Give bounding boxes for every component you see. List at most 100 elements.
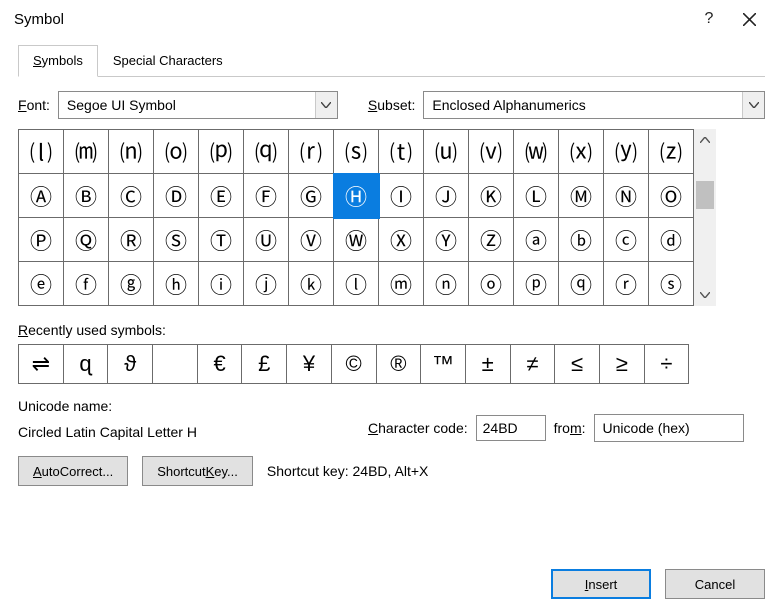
help-button[interactable]: ? — [689, 3, 729, 35]
symbol-cell[interactable]: ⒯ — [379, 130, 424, 174]
autocorrect-button[interactable]: AutoCorrect... — [18, 456, 128, 486]
symbol-cell[interactable]: Ⓑ — [64, 174, 109, 218]
symbol-cell[interactable]: ⓗ — [154, 262, 199, 306]
symbol-cell[interactable]: Ⓥ — [289, 218, 334, 262]
recent-symbol-cell[interactable]: ɋ — [63, 345, 108, 384]
symbol-cell[interactable]: Ⓜ — [559, 174, 604, 218]
recent-symbol-cell[interactable] — [153, 345, 198, 384]
symbol-cell[interactable]: ⓛ — [334, 262, 379, 306]
symbol-cell[interactable]: ⓙ — [244, 262, 289, 306]
recent-symbol-cell[interactable]: ÷ — [644, 345, 689, 384]
subset-input[interactable] — [424, 92, 742, 118]
symbol-cell[interactable]: ⒳ — [559, 130, 604, 174]
unicode-name-label: Unicode name: — [18, 398, 348, 414]
symbol-cell[interactable]: Ⓖ — [289, 174, 334, 218]
symbol-cell[interactable]: ⒭ — [289, 130, 334, 174]
symbol-cell[interactable]: Ⓤ — [244, 218, 289, 262]
symbol-cell[interactable]: ⓟ — [514, 262, 559, 306]
symbol-cell[interactable]: ⓞ — [469, 262, 514, 306]
scroll-up-button[interactable] — [694, 129, 716, 151]
symbol-cell[interactable]: Ⓡ — [109, 218, 154, 262]
symbol-cell[interactable]: Ⓛ — [514, 174, 559, 218]
symbol-cell[interactable]: Ⓒ — [109, 174, 154, 218]
font-dropdown-button[interactable] — [315, 92, 337, 118]
from-input[interactable] — [595, 415, 783, 441]
recent-symbol-cell[interactable]: ® — [376, 345, 421, 384]
symbol-cell[interactable]: Ⓔ — [199, 174, 244, 218]
symbol-cell[interactable]: ⓚ — [289, 262, 334, 306]
recent-symbol-cell[interactable]: ⇌ — [19, 345, 64, 384]
symbol-cell[interactable]: ⓜ — [379, 262, 424, 306]
symbol-cell[interactable]: ⓐ — [514, 218, 559, 262]
symbol-cell[interactable]: Ⓩ — [469, 218, 514, 262]
scroll-down-button[interactable] — [694, 284, 716, 306]
symbol-cell[interactable]: ⓢ — [649, 262, 694, 306]
symbol-cell[interactable]: ⓡ — [604, 262, 649, 306]
cancel-button[interactable]: Cancel — [665, 569, 765, 599]
font-combo[interactable] — [58, 91, 338, 119]
recent-symbol-cell[interactable]: © — [331, 345, 376, 384]
scroll-track[interactable] — [694, 151, 716, 284]
symbol-cell[interactable]: ⒮ — [334, 130, 379, 174]
symbol-cell[interactable]: Ⓨ — [424, 218, 469, 262]
symbol-cell[interactable]: Ⓓ — [154, 174, 199, 218]
symbol-cell[interactable]: Ⓧ — [379, 218, 424, 262]
symbol-cell[interactable]: ⒴ — [604, 130, 649, 174]
symbol-cell[interactable]: Ⓣ — [199, 218, 244, 262]
symbol-cell[interactable]: Ⓝ — [604, 174, 649, 218]
shortcut-key-button[interactable]: Shortcut Key... — [142, 456, 253, 486]
symbol-cell[interactable]: Ⓠ — [64, 218, 109, 262]
tab-symbols[interactable]: Symbols — [18, 45, 98, 77]
recent-symbol-cell[interactable]: ™ — [421, 345, 466, 384]
symbol-cell[interactable]: ⒬ — [244, 130, 289, 174]
recent-symbols-grid[interactable]: ⇌ɋϑ €£¥©®™±≠≤≥÷ — [18, 344, 689, 384]
char-code-input[interactable] — [476, 415, 546, 441]
symbol-cell[interactable]: ⓝ — [424, 262, 469, 306]
scroll-thumb[interactable] — [696, 181, 714, 209]
font-input[interactable] — [59, 92, 315, 118]
subset-dropdown-button[interactable] — [742, 92, 764, 118]
recent-symbol-cell[interactable]: € — [197, 345, 242, 384]
recent-symbol-cell[interactable]: ϑ — [108, 345, 153, 384]
symbol-cell[interactable]: ⒰ — [424, 130, 469, 174]
symbol-cell[interactable]: ⓓ — [649, 218, 694, 262]
symbol-cell[interactable]: ⒩ — [109, 130, 154, 174]
subset-combo[interactable] — [423, 91, 765, 119]
symbol-cell[interactable]: Ⓞ — [649, 174, 694, 218]
symbol-cell[interactable]: Ⓦ — [334, 218, 379, 262]
symbol-cell[interactable]: Ⓢ — [154, 218, 199, 262]
symbol-cell[interactable]: ⓔ — [19, 262, 64, 306]
tab-special-characters[interactable]: Special Characters — [98, 45, 238, 77]
recent-symbol-cell[interactable]: ≤ — [555, 345, 600, 384]
recent-symbol-cell[interactable]: ¥ — [287, 345, 332, 384]
symbol-cell[interactable]: ⓒ — [604, 218, 649, 262]
recent-symbol-cell[interactable]: ≥ — [599, 345, 644, 384]
recent-symbol-cell[interactable]: £ — [242, 345, 287, 384]
grid-scrollbar[interactable] — [694, 129, 716, 306]
insert-button[interactable]: Insert — [551, 569, 651, 599]
symbol-cell[interactable]: Ⓐ — [19, 174, 64, 218]
symbol-cell[interactable]: Ⓚ — [469, 174, 514, 218]
symbol-cell[interactable]: Ⓗ — [334, 174, 379, 218]
symbol-cell[interactable]: Ⓙ — [424, 174, 469, 218]
symbol-cell[interactable]: ⒲ — [514, 130, 559, 174]
symbol-cell[interactable]: ⒵ — [649, 130, 694, 174]
symbol-grid[interactable]: ⒧⒨⒩⒪⒫⒬⒭⒮⒯⒰⒱⒲⒳⒴⒵ ⒶⒷⒸⒹⒺⒻⒼⒽⒾⒿⓀⓁⓂⓃⓄ ⓅⓆⓇⓈⓉⓊⓋⓌⓍⓎ… — [18, 129, 694, 306]
symbol-cell[interactable]: ⒨ — [64, 130, 109, 174]
symbol-cell[interactable]: ⒱ — [469, 130, 514, 174]
symbol-cell[interactable]: ⓠ — [559, 262, 604, 306]
recent-symbol-cell[interactable]: ± — [465, 345, 510, 384]
symbol-cell[interactable]: Ⓟ — [19, 218, 64, 262]
symbol-cell[interactable]: Ⓕ — [244, 174, 289, 218]
symbol-cell[interactable]: ⓕ — [64, 262, 109, 306]
close-button[interactable] — [729, 3, 769, 35]
recent-symbol-cell[interactable]: ≠ — [510, 345, 555, 384]
symbol-cell[interactable]: ⓘ — [199, 262, 244, 306]
symbol-cell[interactable]: ⒪ — [154, 130, 199, 174]
symbol-cell[interactable]: Ⓘ — [379, 174, 424, 218]
from-combo[interactable] — [594, 414, 744, 442]
symbol-cell[interactable]: ⒫ — [199, 130, 244, 174]
symbol-cell[interactable]: ⓑ — [559, 218, 604, 262]
symbol-cell[interactable]: ⓖ — [109, 262, 154, 306]
symbol-cell[interactable]: ⒧ — [19, 130, 64, 174]
